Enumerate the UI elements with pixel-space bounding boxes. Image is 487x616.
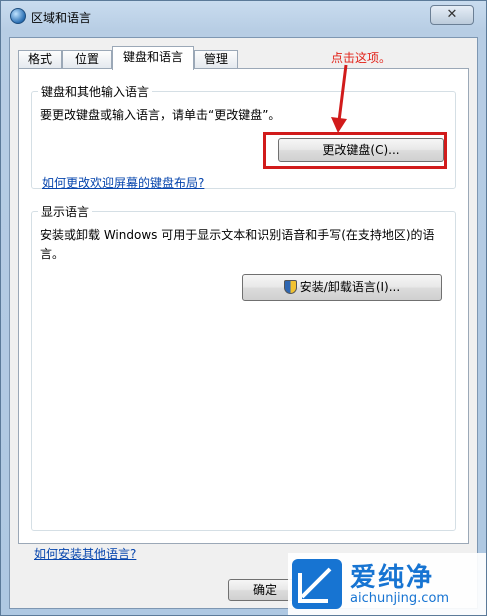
title-bar: 区域和语言 ✕ xyxy=(1,1,486,31)
watermark-text: 爱纯净 xyxy=(350,563,435,593)
display-language-description: 安装或卸载 Windows 可用于显示文本和识别语音和手写(在支持地区)的语言。 xyxy=(40,228,435,261)
globe-icon xyxy=(10,8,26,24)
close-button[interactable]: ✕ xyxy=(430,5,474,25)
install-uninstall-languages-button[interactable]: 安装/卸载语言(I)... xyxy=(242,274,442,301)
tab-format[interactable]: 格式 xyxy=(18,50,62,69)
annotation-highlight-box xyxy=(263,132,447,169)
dialog-client-area: 格式 位置 键盘和语言 管理 键盘和其他输入语言 要更改键盘或输入语言，请单击“… xyxy=(9,37,478,609)
watermark: 爱纯净 aichunjing.com xyxy=(288,553,486,615)
keyboard-description: 要更改键盘或输入语言，请单击“更改键盘”。 xyxy=(40,108,281,122)
display-language-legend: 显示语言 xyxy=(38,203,93,220)
install-other-languages-link[interactable]: 如何安装其他语言? xyxy=(34,545,136,562)
display-language-group: 显示语言 安装或卸载 Windows 可用于显示文本和识别语音和手写(在支持地区… xyxy=(31,203,456,531)
watermark-url: aichunjing.com xyxy=(350,591,450,606)
window-title: 区域和语言 xyxy=(31,11,92,25)
welcome-screen-keyboard-link[interactable]: 如何更改欢迎屏幕的键盘布局? xyxy=(42,174,204,191)
annotation-arrow-icon xyxy=(331,64,348,133)
region-language-window: 区域和语言 ✕ 格式 位置 键盘和语言 管理 键盘和其他输入语言 要更改键盘或输… xyxy=(0,0,487,616)
tab-administrative[interactable]: 管理 xyxy=(194,50,238,69)
keyboard-group-legend: 键盘和其他输入语言 xyxy=(38,83,153,100)
watermark-logo-icon xyxy=(292,559,342,609)
tab-keyboards-languages[interactable]: 键盘和语言 xyxy=(112,46,194,70)
uac-shield-icon xyxy=(283,280,297,294)
tab-location[interactable]: 位置 xyxy=(62,50,112,69)
install-uninstall-label: 安装/卸载语言(I)... xyxy=(299,280,401,294)
